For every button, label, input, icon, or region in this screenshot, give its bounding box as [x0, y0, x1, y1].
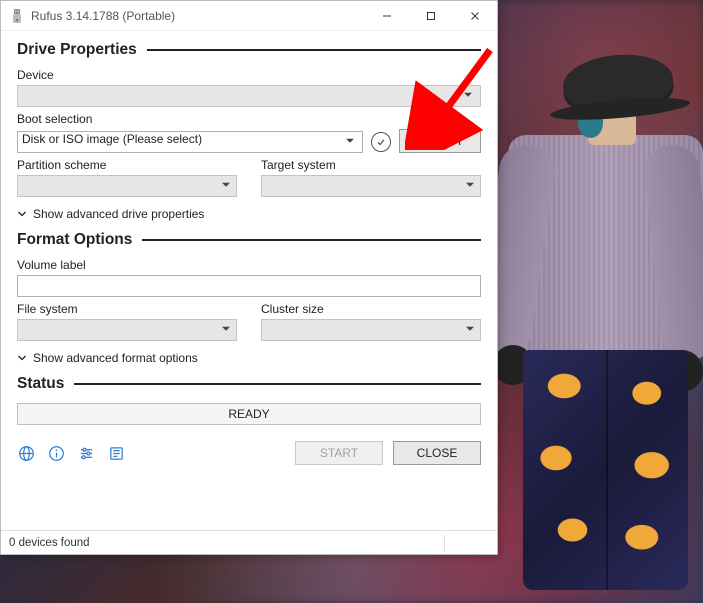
target-system-label: Target system	[261, 158, 481, 172]
status-text: READY	[228, 407, 269, 421]
partition-scheme-dropdown[interactable]	[17, 175, 237, 197]
section-title: Format Options	[17, 231, 132, 249]
select-button-label: SELECT	[417, 134, 464, 148]
section-title: Status	[17, 375, 64, 393]
section-drive-properties: Drive Properties	[17, 41, 481, 59]
rufus-window: Rufus 3.14.1788 (Portable) Drive Propert…	[0, 0, 498, 555]
advanced-drive-label: Show advanced drive properties	[33, 207, 204, 221]
cluster-size-label: Cluster size	[261, 302, 481, 316]
close-button-label: CLOSE	[417, 446, 458, 460]
select-button[interactable]: SELECT	[399, 129, 481, 153]
section-format-options: Format Options	[17, 231, 481, 249]
chevron-down-icon	[17, 353, 27, 363]
statusbar-devices: 0 devices found	[1, 537, 98, 549]
cluster-size-dropdown[interactable]	[261, 319, 481, 341]
titlebar[interactable]: Rufus 3.14.1788 (Portable)	[1, 1, 497, 31]
window-title: Rufus 3.14.1788 (Portable)	[31, 9, 365, 23]
maximize-button[interactable]	[409, 1, 453, 31]
file-system-dropdown[interactable]	[17, 319, 237, 341]
close-button[interactable]	[453, 1, 497, 31]
advanced-format-label: Show advanced format options	[33, 351, 198, 365]
section-title: Drive Properties	[17, 41, 137, 59]
section-status: Status	[17, 375, 481, 393]
start-button-label: START	[320, 446, 358, 460]
volume-label-label: Volume label	[17, 258, 481, 272]
info-icon[interactable]	[47, 444, 65, 462]
close-app-button[interactable]: CLOSE	[393, 441, 481, 465]
device-label: Device	[17, 68, 481, 82]
boot-selection-dropdown[interactable]: Disk or ISO image (Please select)	[17, 131, 363, 153]
start-button[interactable]: START	[295, 441, 383, 465]
volume-label-input[interactable]	[17, 275, 481, 297]
file-system-label: File system	[17, 302, 237, 316]
chevron-down-icon	[17, 209, 27, 219]
partition-scheme-label: Partition scheme	[17, 158, 237, 172]
verify-icon[interactable]	[371, 132, 391, 152]
device-dropdown[interactable]	[17, 85, 481, 107]
app-icon	[9, 8, 25, 24]
advanced-format-toggle[interactable]: Show advanced format options	[17, 351, 481, 365]
game-character	[483, 30, 703, 590]
log-icon[interactable]	[107, 444, 125, 462]
boot-selection-label: Boot selection	[17, 112, 481, 126]
globe-icon[interactable]	[17, 444, 35, 462]
settings-icon[interactable]	[77, 444, 95, 462]
minimize-button[interactable]	[365, 1, 409, 31]
target-system-dropdown[interactable]	[261, 175, 481, 197]
statusbar: 0 devices found	[1, 530, 497, 554]
progress-bar: READY	[17, 403, 481, 425]
boot-selection-value: Disk or ISO image (Please select)	[22, 132, 202, 146]
advanced-drive-toggle[interactable]: Show advanced drive properties	[17, 207, 481, 221]
